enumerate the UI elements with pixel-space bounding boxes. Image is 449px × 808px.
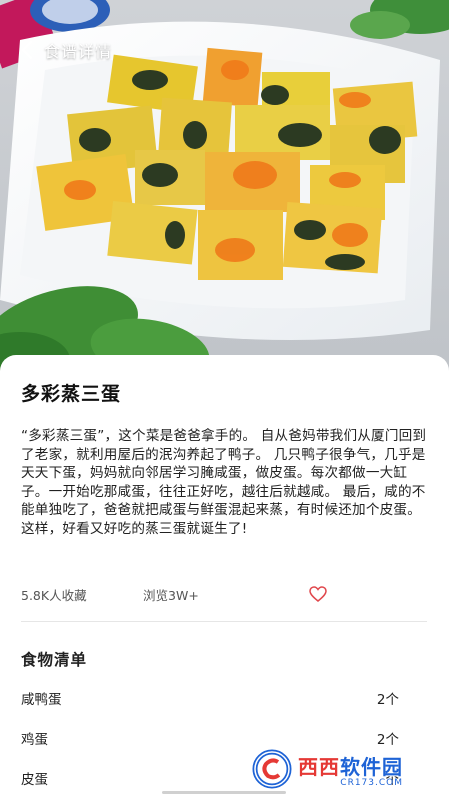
favorites-count: 5.8K人收藏	[21, 588, 87, 603]
recipe-stats: 5.8K人收藏 浏览3W+	[21, 585, 427, 603]
ingredient-qty: 2个	[376, 692, 399, 708]
recipe-detail-sheet: 多彩蒸三蛋 “多彩蒸三蛋”，这个菜是爸爸拿手的。 自从爸妈带我们从厦门回到了老家…	[0, 355, 449, 797]
watermark-logo: 西西软件园 CR173.COM	[250, 748, 430, 790]
recipe-title: 多彩蒸三蛋	[21, 383, 122, 405]
ingredient-name: 鸡蛋	[21, 732, 48, 748]
watermark-brand: 西西软件园	[298, 754, 403, 779]
ingredients-title: 食物清单	[21, 651, 88, 669]
ingredient-qty: 2个	[376, 732, 399, 748]
recipe-description: “多彩蒸三蛋”，这个菜是爸爸拿手的。 自从爸妈带我们从厦门回到了老家，就利用屋后…	[21, 428, 427, 537]
back-button[interactable]	[10, 30, 44, 70]
ingredient-row: 咸鸭蛋 2个	[21, 688, 401, 728]
heart-icon[interactable]	[309, 586, 327, 605]
views-count: 浏览3W+	[143, 588, 199, 603]
ingredient-name: 皮蛋	[21, 772, 48, 788]
ingredient-name: 咸鸭蛋	[21, 692, 62, 708]
cr-logo-icon	[250, 748, 296, 790]
top-bar: 食谱详情	[0, 30, 449, 70]
home-indicator	[162, 791, 286, 794]
watermark-text: 西西软件园 CR173.COM	[298, 751, 403, 788]
chevron-left-icon	[21, 41, 33, 59]
divider	[21, 621, 427, 622]
watermark-domain: CR173.COM	[340, 777, 403, 788]
page-title: 食谱详情	[44, 42, 113, 61]
